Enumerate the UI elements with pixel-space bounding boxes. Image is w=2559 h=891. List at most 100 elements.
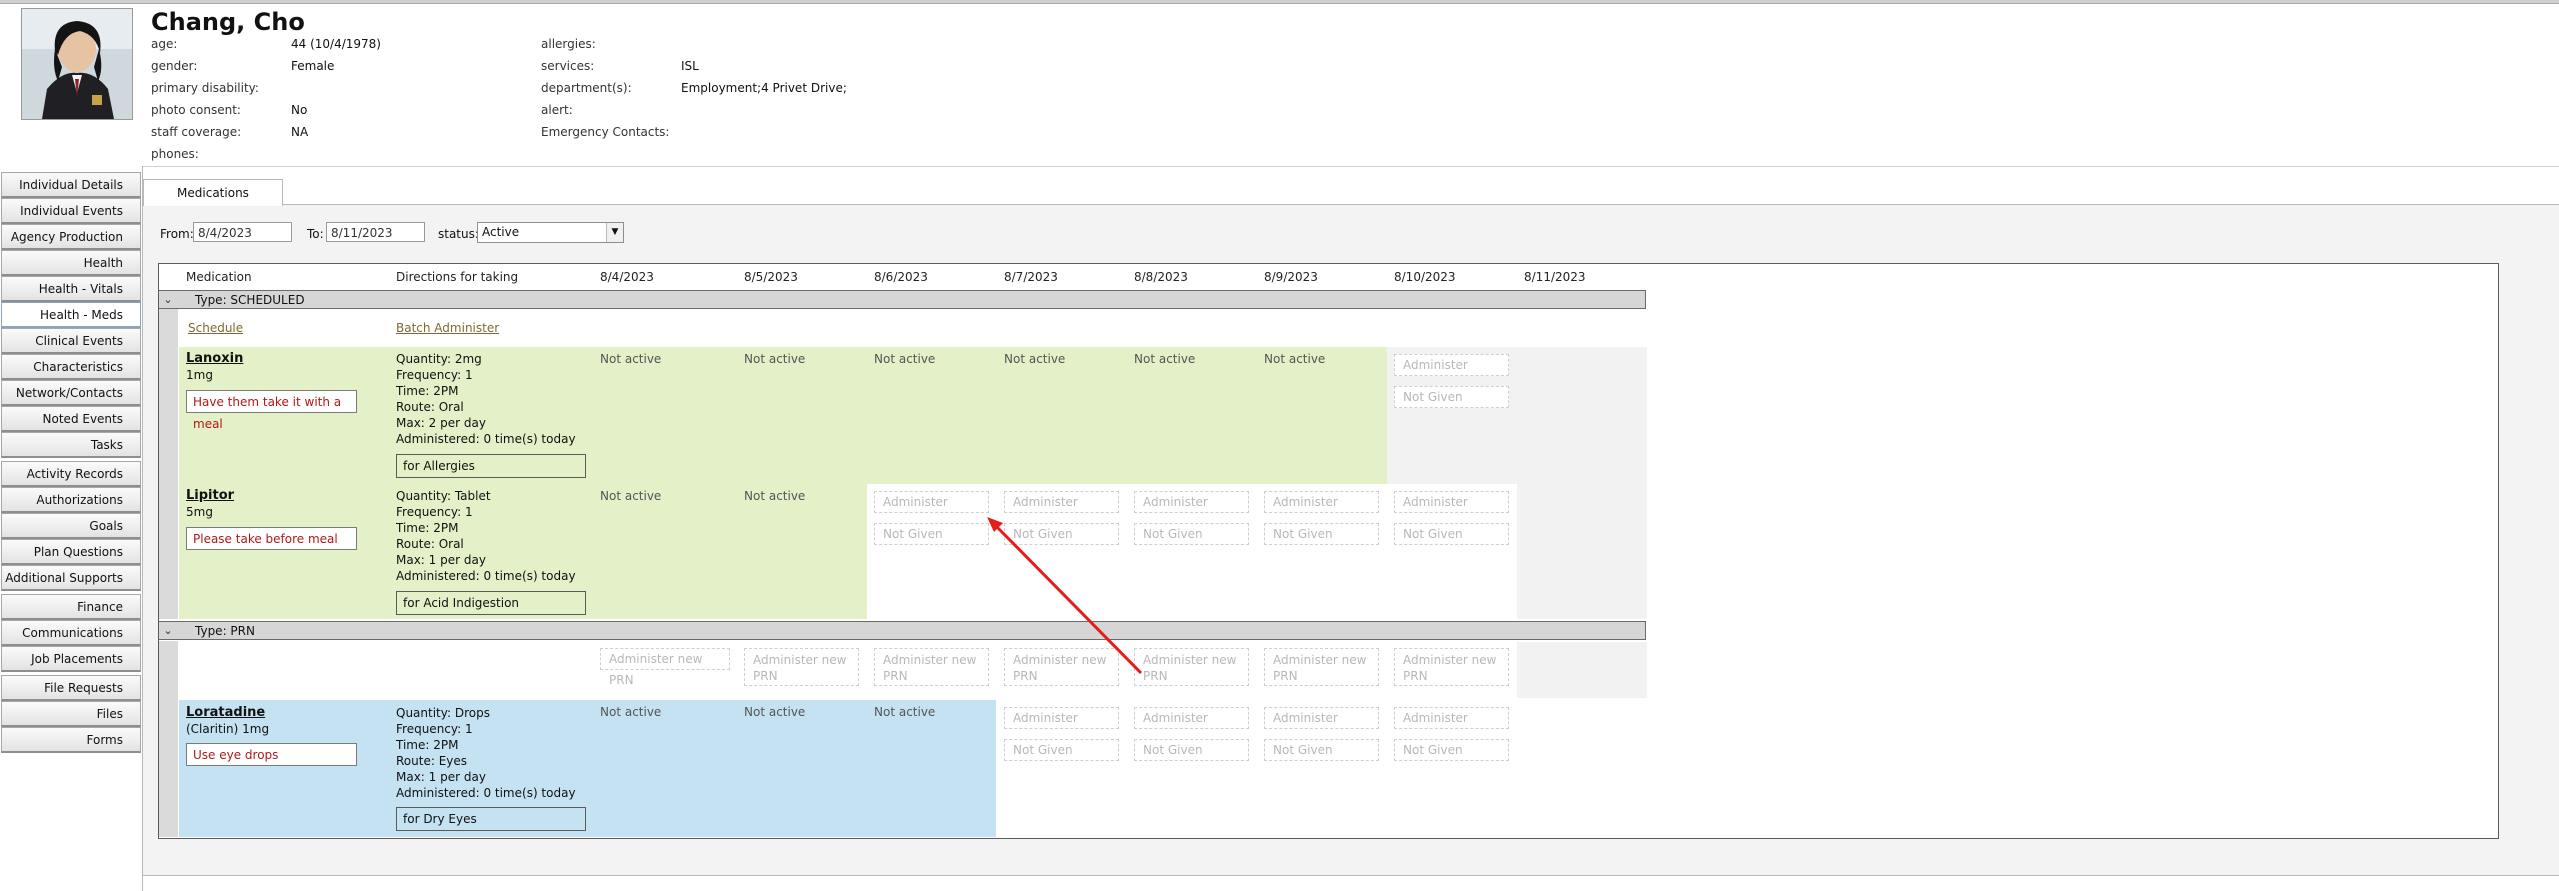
- chevron-down-icon[interactable]: ▼: [606, 223, 623, 242]
- loratadine-name[interactable]: Loratadine: [186, 705, 265, 720]
- nav-additional-supports[interactable]: Additional Supports: [1, 565, 141, 591]
- nav-health-meds[interactable]: Health - Meds: [1, 302, 141, 328]
- row-gutter-scheduled: [159, 290, 178, 619]
- nav-health[interactable]: Health: [1, 250, 141, 276]
- loratadine-day7-not-given-button[interactable]: Not Given: [1394, 739, 1509, 761]
- prn-day3-administer-button[interactable]: Administer new PRN: [874, 648, 989, 686]
- window-top-border: [0, 0, 2559, 4]
- group-scheduled-label: Type: SCHEDULED: [195, 293, 305, 307]
- nav-network-contacts[interactable]: Network/Contacts: [1, 380, 141, 406]
- nav-agency-production[interactable]: Agency Production: [1, 224, 141, 250]
- lipitor-route: Route: Oral: [396, 537, 464, 551]
- nav-forms[interactable]: Forms: [1, 727, 141, 753]
- photo-consent-value: No: [291, 103, 308, 117]
- loratadine-note: Use eye drops: [186, 743, 357, 766]
- nav-files[interactable]: Files: [1, 701, 141, 727]
- loratadine-for: for Dry Eyes: [396, 807, 586, 831]
- schedule-link[interactable]: Schedule: [188, 321, 243, 335]
- lipitor-day3-administer-button[interactable]: Administer: [874, 491, 989, 513]
- nav-job-placements[interactable]: Job Placements: [1, 646, 141, 672]
- col-date-6: 8/9/2023: [1264, 270, 1318, 284]
- lipitor-day5-not-given-button[interactable]: Not Given: [1134, 523, 1249, 545]
- nav-goals[interactable]: Goals: [1, 513, 141, 539]
- nav-authorizations[interactable]: Authorizations: [1, 487, 141, 513]
- loratadine-day5-not-given-button[interactable]: Not Given: [1134, 739, 1249, 761]
- collapse-scheduled-icon[interactable]: ⌄: [159, 290, 177, 309]
- patient-info-left: age: 44 (10/4/1978) gender: Female primary…: [151, 33, 381, 165]
- lipitor-day6-administer-button[interactable]: Administer: [1264, 491, 1379, 513]
- lipitor-day2-status: Not active: [744, 489, 806, 503]
- prn-row-end: [1517, 642, 1647, 698]
- loratadine-day7-administer-button[interactable]: Administer: [1394, 707, 1509, 729]
- prn-day5-label-line2: PRN: [1143, 669, 1168, 683]
- lanoxin-day2-status: Not active: [744, 352, 806, 366]
- prn-day1-administer-button[interactable]: Administer new PRN: [600, 648, 730, 687]
- loratadine-dose: (Claritin) 1mg: [186, 722, 270, 736]
- lipitor-day5-administer-button[interactable]: Administer: [1134, 491, 1249, 513]
- nav-tasks[interactable]: Tasks: [1, 432, 141, 458]
- lanoxin-day7-not-given-button[interactable]: Not Given: [1394, 386, 1509, 408]
- prn-day4-label-line1: Administer new: [1013, 653, 1107, 667]
- row-gutter-prn: [159, 641, 178, 837]
- tab-medications[interactable]: Medications: [143, 179, 283, 206]
- status-select[interactable]: Active ▼: [477, 222, 624, 243]
- prn-day5-label-line1: Administer new: [1143, 653, 1237, 667]
- lipitor-day7-not-given-button[interactable]: Not Given: [1394, 523, 1509, 545]
- nav-individual-events[interactable]: Individual Events: [1, 198, 141, 224]
- lipitor-time: Time: 2PM: [396, 521, 459, 535]
- lipitor-day7-administer-button[interactable]: Administer: [1394, 491, 1509, 513]
- lipitor-dose: 5mg: [186, 505, 213, 519]
- departments-value: Employment;4 Privet Drive;: [681, 81, 847, 95]
- patient-info-right: allergies: services: ISL department(s): Em…: [541, 33, 847, 143]
- nav-health-vitals[interactable]: Health - Vitals: [1, 276, 141, 302]
- loratadine-day3-status: Not active: [874, 705, 936, 719]
- nav-finance[interactable]: Finance: [1, 594, 141, 620]
- prn-day2-administer-button[interactable]: Administer new PRN: [744, 648, 859, 686]
- nav-plan-questions[interactable]: Plan Questions: [1, 539, 141, 565]
- group-prn: Type: PRN: [159, 621, 1646, 640]
- services-label: services:: [541, 59, 595, 73]
- phones-label: phones:: [151, 147, 199, 161]
- nav-noted-events[interactable]: Noted Events: [1, 406, 141, 432]
- loratadine-day4-administer-button[interactable]: Administer: [1004, 707, 1119, 729]
- lipitor-day3-not-given-button[interactable]: Not Given: [874, 523, 989, 545]
- collapse-prn-icon[interactable]: ⌄: [159, 621, 177, 640]
- lipitor-frequency: Frequency: 1: [396, 505, 473, 519]
- nav-file-requests[interactable]: File Requests: [1, 675, 141, 701]
- lanoxin-quantity: Quantity: 2mg: [396, 352, 482, 366]
- col-directions: Directions for taking: [396, 270, 519, 284]
- to-date-input[interactable]: 8/11/2023: [326, 222, 425, 242]
- lanoxin-name[interactable]: Lanoxin: [186, 351, 243, 366]
- batch-administer-link[interactable]: Batch Administer: [396, 321, 499, 335]
- lipitor-day4-administer-button[interactable]: Administer: [1004, 491, 1119, 513]
- nav-activity-records[interactable]: Activity Records: [1, 461, 141, 487]
- prn-day4-administer-button[interactable]: Administer new PRN: [1004, 648, 1119, 686]
- loratadine-route: Route: Eyes: [396, 754, 468, 768]
- prn-day6-administer-button[interactable]: Administer new PRN: [1264, 648, 1379, 686]
- nav-communications[interactable]: Communications: [1, 620, 141, 646]
- prn-day3-label-line2: PRN: [883, 669, 908, 683]
- lanoxin-for: for Allergies: [396, 454, 586, 478]
- nav-characteristics[interactable]: Characteristics: [1, 354, 141, 380]
- lipitor-day6-not-given-button[interactable]: Not Given: [1264, 523, 1379, 545]
- prn-day2-label-line1: Administer new: [753, 653, 847, 667]
- lipitor-day4-not-given-button[interactable]: Not Given: [1004, 523, 1119, 545]
- status-label: status:: [438, 227, 479, 241]
- loratadine-day6-not-given-button[interactable]: Not Given: [1264, 739, 1379, 761]
- lipitor-quantity: Quantity: Tablet: [396, 489, 491, 503]
- prn-day5-administer-button[interactable]: Administer new PRN: [1134, 648, 1249, 686]
- loratadine-administered: Administered: 0 time(s) today: [396, 786, 576, 800]
- header-divider: [143, 166, 2559, 167]
- photo-consent-label: photo consent:: [151, 103, 241, 117]
- from-date-input[interactable]: 8/4/2023: [193, 222, 292, 242]
- nav-clinical-events[interactable]: Clinical Events: [1, 328, 141, 354]
- loratadine-day5-administer-button[interactable]: Administer: [1134, 707, 1249, 729]
- nav-individual-details[interactable]: Individual Details: [1, 172, 141, 198]
- prn-day7-administer-button[interactable]: Administer new PRN: [1394, 648, 1509, 686]
- loratadine-day6-administer-button[interactable]: Administer: [1264, 707, 1379, 729]
- lanoxin-day3-status: Not active: [874, 352, 936, 366]
- loratadine-day4-not-given-button[interactable]: Not Given: [1004, 739, 1119, 761]
- lipitor-name[interactable]: Lipitor: [186, 488, 234, 503]
- lanoxin-day7-administer-button[interactable]: Administer: [1394, 354, 1509, 376]
- lanoxin-max: Max: 2 per day: [396, 416, 486, 430]
